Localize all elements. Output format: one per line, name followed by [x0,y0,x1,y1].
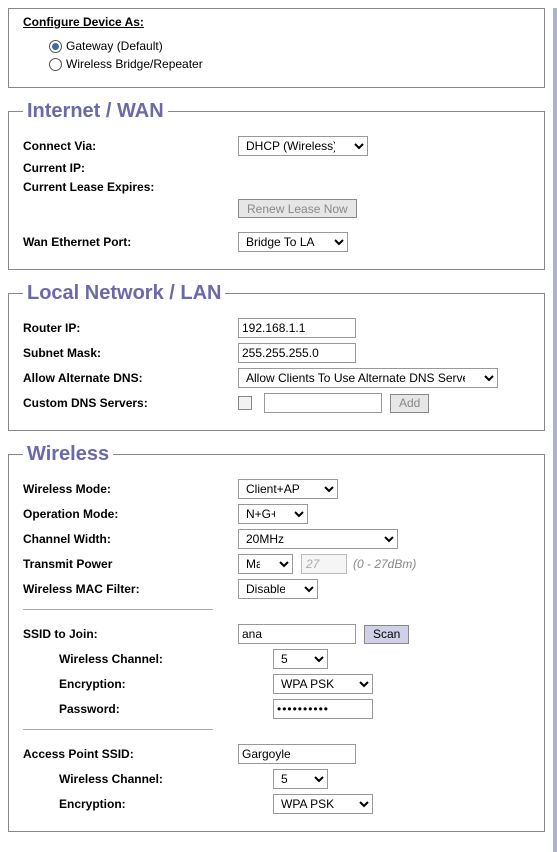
router-ip-input[interactable] [238,318,356,338]
separator-2 [23,729,213,730]
tx-power-select[interactable]: Max [238,554,293,574]
op-mode-select[interactable]: N+G+B [238,504,308,524]
ap-channel-select[interactable]: 5 [273,769,328,789]
ap-channel-label: Wireless Channel: [23,772,273,786]
wan-legend: Internet / WAN [23,100,168,123]
radio-bridge-label: Wireless Bridge/Repeater [66,57,203,71]
client-channel-label: Wireless Channel: [23,652,273,666]
custom-dns-input[interactable] [264,393,382,413]
wireless-legend: Wireless [23,443,113,466]
radio-gateway[interactable]: Gateway (Default) [49,39,534,53]
ssid-join-label: SSID to Join: [23,627,238,641]
wireless-mode-select[interactable]: Client+AP [238,479,338,499]
custom-dns-label: Custom DNS Servers: [23,396,238,410]
connect-via-label: Connect Via: [23,139,238,153]
connect-via-select[interactable]: DHCP (Wireless) [238,136,368,156]
lan-legend: Local Network / LAN [23,282,225,305]
subnet-label: Subnet Mask: [23,346,238,360]
client-channel-select[interactable]: 5 [273,649,328,669]
radio-on-icon [49,40,62,53]
subnet-input[interactable] [238,343,356,363]
wan-eth-label: Wan Ethernet Port: [23,235,238,249]
client-enc-select[interactable]: WPA PSK [273,674,373,694]
scan-button[interactable]: Scan [364,625,409,644]
wan-fieldset: Internet / WAN Connect Via: DHCP (Wirele… [8,100,545,270]
lan-fieldset: Local Network / LAN Router IP: Subnet Ma… [8,282,545,431]
alt-dns-select[interactable]: Allow Clients To Use Alternate DNS Serve… [238,368,498,388]
wireless-mode-label: Wireless Mode: [23,482,238,496]
op-mode-label: Operation Mode: [23,507,238,521]
ap-ssid-label: Access Point SSID: [23,747,238,761]
client-pw-label: Password: [23,702,273,716]
current-ip-label: Current IP: [23,161,238,175]
tx-power-label: Transmit Power [23,557,238,571]
ch-width-select[interactable]: 20MHz [238,529,398,549]
radio-off-icon [49,58,62,71]
separator-1 [23,609,213,610]
alt-dns-label: Allow Alternate DNS: [23,371,238,385]
radio-bridge[interactable]: Wireless Bridge/Repeater [49,57,534,71]
configure-device-title: Configure Device As: [23,15,144,29]
tx-dbm-display: 27 [301,554,347,574]
ssid-join-input[interactable] [238,624,356,644]
router-ip-label: Router IP: [23,321,238,335]
ap-ssid-input[interactable] [238,744,356,764]
wan-eth-select[interactable]: Bridge To LAN [238,232,348,252]
client-pw-input[interactable] [273,699,373,719]
configure-device-fieldset: Configure Device As: Gateway (Default) W… [8,8,545,88]
ch-width-label: Channel Width: [23,532,238,546]
add-dns-button[interactable]: Add [390,394,429,413]
mac-filter-label: Wireless MAC Filter: [23,582,238,596]
ap-enc-select[interactable]: WPA PSK [273,794,373,814]
radio-gateway-label: Gateway (Default) [66,39,163,53]
ap-enc-label: Encryption: [23,797,273,811]
client-enc-label: Encryption: [23,677,273,691]
lease-expires-label: Current Lease Expires: [23,180,238,194]
wireless-fieldset: Wireless Wireless Mode: Client+AP Operat… [8,443,545,832]
mac-filter-select[interactable]: Disabled [238,579,318,599]
tx-hint: (0 - 27dBm) [353,557,416,571]
renew-lease-button[interactable]: Renew Lease Now [238,199,357,218]
custom-dns-checkbox[interactable] [238,396,252,410]
